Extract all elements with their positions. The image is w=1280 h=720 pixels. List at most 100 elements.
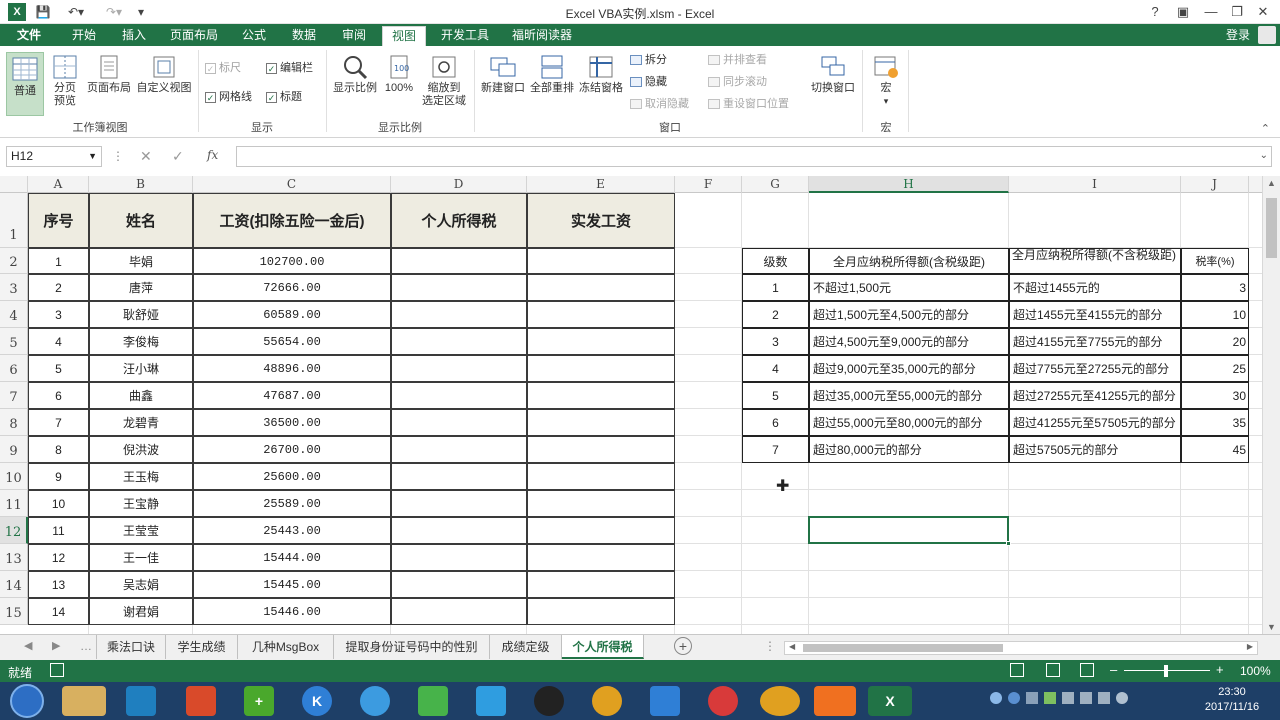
main-table-tax[interactable] bbox=[391, 517, 527, 544]
row-header-1[interactable]: 1 bbox=[0, 193, 28, 248]
main-table-seq[interactable]: 1 bbox=[28, 248, 89, 274]
main-table-tax[interactable] bbox=[391, 301, 527, 328]
main-table-net[interactable] bbox=[527, 571, 675, 598]
sheet-tab-id-gender[interactable]: 提取身份证号码中的性别 bbox=[334, 635, 490, 659]
page-break-status-icon[interactable] bbox=[1080, 663, 1094, 677]
zoom-slider-thumb[interactable] bbox=[1164, 665, 1168, 677]
main-table-name[interactable]: 王莹莹 bbox=[89, 517, 193, 544]
main-table-seq[interactable]: 7 bbox=[28, 409, 89, 436]
macro-record-icon[interactable] bbox=[50, 663, 64, 677]
worksheet-grid[interactable]: 序号 姓名 工资(扣除五险一金后) 个人所得税 实发工资 1 毕娟 102700.00 2 唐萍 7… bbox=[28, 193, 1262, 634]
normal-view-status-icon[interactable] bbox=[1010, 663, 1024, 677]
main-table-net[interactable] bbox=[527, 301, 675, 328]
tax-table-level[interactable]: 5 bbox=[742, 382, 809, 409]
tab-developer[interactable]: 开发工具 bbox=[434, 24, 496, 46]
macros-button[interactable]: 宏 ▾ bbox=[868, 54, 904, 108]
main-table-header[interactable]: 工资(扣除五险一金后) bbox=[193, 193, 391, 248]
tray-wechat-icon[interactable] bbox=[1044, 692, 1056, 704]
main-table-name[interactable]: 曲鑫 bbox=[89, 382, 193, 409]
tax-table-range-excl[interactable]: 超过27255元至41255元的部分 bbox=[1009, 382, 1181, 409]
tab-view[interactable]: 视图 bbox=[382, 26, 426, 46]
vertical-scrollbar[interactable]: ▲ ▼ bbox=[1262, 176, 1280, 634]
main-table-seq[interactable]: 3 bbox=[28, 301, 89, 328]
k-app-icon[interactable]: K bbox=[302, 686, 332, 716]
selected-cell-outline[interactable] bbox=[808, 516, 1009, 544]
sheet-tab-grade[interactable]: 成绩定级 bbox=[490, 635, 562, 659]
main-table-tax[interactable] bbox=[391, 382, 527, 409]
tax-table-range-incl[interactable]: 不超过1,500元 bbox=[809, 274, 1009, 301]
tax-table-header[interactable]: 全月应纳税所得额(含税级距) bbox=[809, 248, 1009, 274]
main-table-salary[interactable]: 15445.00 bbox=[193, 571, 391, 598]
zoom-button[interactable]: 显示比例 bbox=[332, 54, 378, 95]
row-header-12[interactable]: 12 bbox=[0, 517, 28, 544]
vertical-scroll-thumb[interactable] bbox=[1266, 198, 1277, 258]
tab-foxit[interactable]: 福昕阅读器 bbox=[506, 24, 578, 46]
tax-table-level[interactable]: 1 bbox=[742, 274, 809, 301]
tray-app-icon[interactable] bbox=[990, 692, 1002, 704]
row-header-4[interactable]: 4 bbox=[0, 301, 28, 328]
switch-windows-button[interactable]: 切换窗口 bbox=[808, 54, 858, 95]
tab-review[interactable]: 审阅 bbox=[332, 24, 376, 46]
fill-handle[interactable] bbox=[1006, 541, 1011, 546]
main-table-salary[interactable]: 15444.00 bbox=[193, 544, 391, 571]
column-header-j[interactable]: J bbox=[1181, 176, 1249, 193]
wechat-icon[interactable] bbox=[418, 686, 448, 716]
tax-table-range-excl[interactable]: 超过41255元至57505元的部分 bbox=[1009, 409, 1181, 436]
tax-table-rate[interactable]: 20 bbox=[1181, 328, 1249, 355]
main-table-net[interactable] bbox=[527, 248, 675, 274]
page-layout-view-button[interactable]: 页面布局 bbox=[84, 54, 134, 95]
tray-printer-icon[interactable] bbox=[1062, 692, 1074, 704]
volume-icon[interactable] bbox=[1116, 692, 1128, 704]
main-table-name[interactable]: 唐萍 bbox=[89, 274, 193, 301]
tax-table-range-incl[interactable]: 超过4,500元至9,000元的部分 bbox=[809, 328, 1009, 355]
main-table-header[interactable]: 姓名 bbox=[89, 193, 193, 248]
custom-views-button[interactable]: 自定义视图 bbox=[134, 54, 194, 95]
row-header-5[interactable]: 5 bbox=[0, 328, 28, 355]
collapse-ribbon-icon[interactable]: ⌃ bbox=[1261, 122, 1270, 135]
main-table-salary[interactable]: 48896.00 bbox=[193, 355, 391, 382]
unhide-button[interactable]: 取消隐藏 bbox=[630, 96, 689, 112]
add-sheet-icon[interactable]: + bbox=[674, 637, 692, 655]
main-table-seq[interactable]: 4 bbox=[28, 328, 89, 355]
app-cube-icon[interactable] bbox=[186, 686, 216, 716]
split-button[interactable]: 拆分 bbox=[630, 52, 667, 68]
reset-position-button[interactable]: 重设窗口位置 bbox=[708, 96, 789, 112]
main-table-salary[interactable]: 25589.00 bbox=[193, 490, 391, 517]
main-table-tax[interactable] bbox=[391, 490, 527, 517]
sheet-tab-msgbox[interactable]: 几种MsgBox bbox=[238, 635, 334, 659]
qq-icon[interactable] bbox=[534, 686, 564, 716]
zoom-selection-button[interactable]: 缩放到 选定区域 bbox=[418, 54, 470, 108]
tax-table-range-incl[interactable]: 超过1,500元至4,500元的部分 bbox=[809, 301, 1009, 328]
clock[interactable]: 23:30 2017/11/16 bbox=[1196, 685, 1268, 715]
tax-table-range-incl[interactable]: 超过35,000元至55,000元的部分 bbox=[809, 382, 1009, 409]
main-table-tax[interactable] bbox=[391, 274, 527, 301]
restore-button[interactable]: ❐ bbox=[1224, 2, 1250, 22]
tax-table-level[interactable]: 2 bbox=[742, 301, 809, 328]
tax-table-level[interactable]: 7 bbox=[742, 436, 809, 463]
file-explorer-icon[interactable] bbox=[62, 686, 106, 716]
formula-input[interactable] bbox=[236, 146, 1272, 167]
tax-table-range-incl[interactable]: 超过80,000元的部分 bbox=[809, 436, 1009, 463]
feishu-icon[interactable] bbox=[650, 686, 680, 716]
sheet-tab-student-scores[interactable]: 学生成绩 bbox=[166, 635, 238, 659]
main-table-name[interactable]: 谢君娟 bbox=[89, 598, 193, 625]
tax-table-level[interactable]: 4 bbox=[742, 355, 809, 382]
column-header-d[interactable]: D bbox=[391, 176, 527, 193]
main-table-tax[interactable] bbox=[391, 544, 527, 571]
tax-table-rate[interactable]: 25 bbox=[1181, 355, 1249, 382]
new-window-button[interactable]: 新建窗口 bbox=[478, 54, 528, 95]
main-table-name[interactable]: 汪小琳 bbox=[89, 355, 193, 382]
sync-scroll-button[interactable]: 同步滚动 bbox=[708, 74, 767, 90]
splitter-dots-icon[interactable]: ⋮ bbox=[764, 639, 776, 653]
main-table-seq[interactable]: 2 bbox=[28, 274, 89, 301]
tray-help-icon[interactable] bbox=[1008, 692, 1020, 704]
main-table-seq[interactable]: 13 bbox=[28, 571, 89, 598]
main-table-net[interactable] bbox=[527, 409, 675, 436]
main-table-net[interactable] bbox=[527, 598, 675, 625]
main-table-header[interactable]: 个人所得税 bbox=[391, 193, 527, 248]
sheet-tab-multiplication[interactable]: 乘法口诀 bbox=[96, 635, 166, 659]
hide-button[interactable]: 隐藏 bbox=[630, 74, 667, 90]
formula-bar-checkbox[interactable]: ✓ 编辑栏 bbox=[266, 60, 313, 76]
main-table-seq[interactable]: 11 bbox=[28, 517, 89, 544]
column-header-g[interactable]: G bbox=[742, 176, 809, 193]
